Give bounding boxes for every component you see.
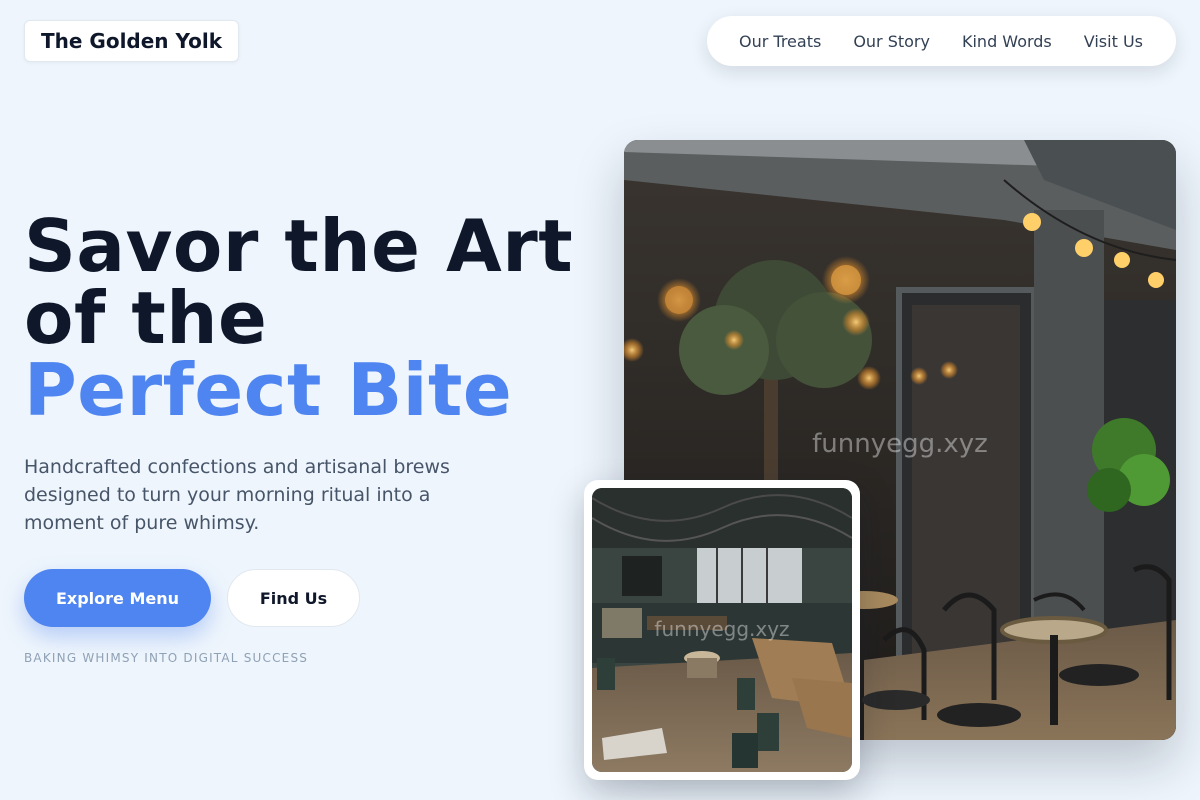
main-nav: Our Treats Our Story Kind Words Visit Us (707, 16, 1176, 66)
watermark-main: funnyegg.xyz (812, 429, 988, 459)
nav-link-our-story[interactable]: Our Story (853, 32, 930, 51)
hero-subtitle: Handcrafted confections and artisanal br… (24, 456, 450, 534)
headline-line-2: of the (24, 276, 268, 360)
nav-link-visit-us[interactable]: Visit Us (1084, 32, 1143, 51)
cafe-interior-illustration: funnyegg.xyz (592, 488, 852, 772)
watermark-small: funnyegg.xyz (654, 617, 789, 641)
headline-line-1: Savor the Art (24, 204, 574, 288)
hero-headline: Savor the Art of the Perfect Bite (24, 210, 573, 426)
nav-link-our-treats[interactable]: Our Treats (739, 32, 821, 51)
nav-link-kind-words[interactable]: Kind Words (962, 32, 1052, 51)
brand-name: The Golden Yolk (41, 29, 223, 53)
cafe-interior-photo-card: funnyegg.xyz (584, 480, 860, 780)
find-us-button[interactable]: Find Us (227, 569, 360, 627)
headline-accent: Perfect Bite (24, 348, 513, 432)
explore-menu-button[interactable]: Explore Menu (24, 569, 211, 627)
brand-logo[interactable]: The Golden Yolk (24, 20, 240, 62)
hero-tagline: BAKING WHIMSY INTO DIGITAL SUCCESS (24, 651, 309, 665)
